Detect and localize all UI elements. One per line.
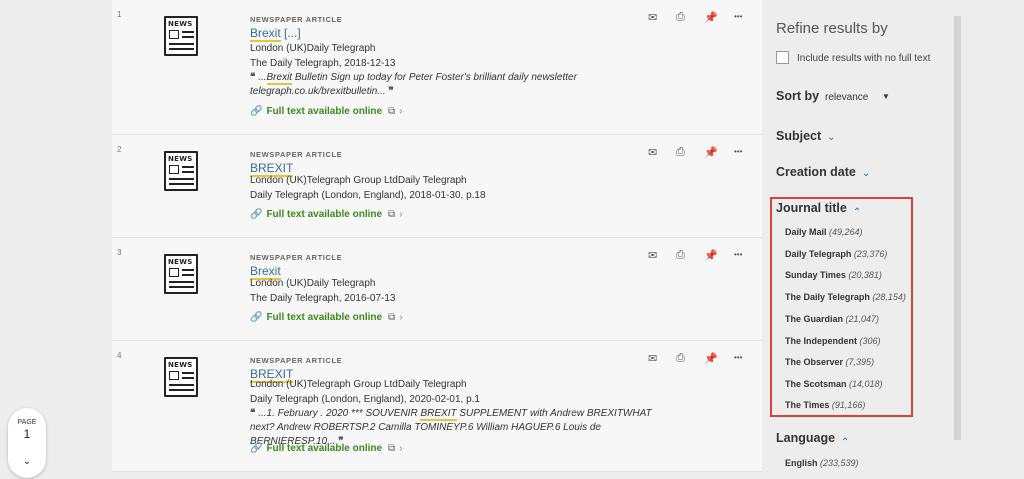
result-actions: ✉ ⎙ 📌 ••• [648, 146, 748, 162]
more-actions-icon[interactable]: ••• [734, 12, 742, 21]
email-icon[interactable]: ✉ [648, 146, 657, 159]
chevron-right-icon: › [399, 106, 403, 117]
external-link-icon: ⧉ [388, 443, 396, 454]
sidebar-title: Refine results by [776, 20, 888, 37]
result-source: London (UK)Daily Telegraph [250, 43, 376, 54]
newspaper-icon: NEWS [164, 16, 198, 56]
facet-value-the-scotsman[interactable]: The Scotsman (14,018) [785, 379, 883, 389]
result-number: 3 [117, 248, 122, 257]
pin-icon[interactable]: 📌 [704, 146, 718, 159]
chevron-right-icon: › [399, 443, 403, 454]
result-type: NEWSPAPER ARTICLE [250, 15, 343, 24]
chevron-up-icon: ⌃ [841, 437, 850, 448]
result-type: NEWSPAPER ARTICLE [250, 356, 343, 365]
result-snippet: ❝ ...Brexit Bulletin Sign up today for P… [250, 72, 577, 97]
results-list: 1 NEWS NEWSPAPER ARTICLE Brexit [...] Lo… [112, 0, 762, 479]
result-type: NEWSPAPER ARTICLE [250, 150, 343, 159]
result-source: London (UK)Telegraph Group LtdDaily Tele… [250, 175, 467, 186]
result-source: London (UK)Daily Telegraph [250, 278, 376, 289]
facet-subject[interactable]: Subject ⌄ [776, 129, 836, 143]
sort-by-label: Sort by [776, 89, 820, 103]
result-card[interactable]: 1 NEWS NEWSPAPER ARTICLE Brexit [...] Lo… [112, 0, 762, 135]
chevron-right-icon: › [399, 209, 403, 220]
result-actions: ✉ ⎙ 📌 ••• [648, 249, 748, 265]
result-source: London (UK)Telegraph Group LtdDaily Tele… [250, 379, 467, 390]
newspaper-icon: NEWS [164, 151, 198, 191]
print-icon[interactable]: ⎙ [676, 11, 685, 24]
newspaper-icon: NEWS [164, 357, 198, 397]
full-text-link[interactable]: 🔗 Full text available online ⧉ › [250, 312, 403, 323]
print-icon[interactable]: ⎙ [676, 249, 685, 262]
dropdown-arrow-icon[interactable]: ▼ [882, 92, 890, 101]
chevron-down-icon: ⌄ [861, 168, 871, 179]
email-icon[interactable]: ✉ [648, 249, 657, 262]
facet-value-daily-mail[interactable]: Daily Mail (49,264) [785, 227, 863, 237]
chevron-down-icon[interactable]: ⌄ [8, 456, 46, 467]
result-actions: ✉ ⎙ 📌 ••• [648, 11, 748, 27]
link-icon: 🔗 [250, 312, 263, 323]
more-actions-icon[interactable]: ••• [734, 353, 742, 362]
facet-value-sunday-times[interactable]: Sunday Times (20,381) [785, 270, 882, 280]
result-publication: The Daily Telegraph, 2018-12-13 [250, 58, 396, 69]
facet-value-the-observer[interactable]: The Observer (7,395) [785, 357, 874, 367]
page-indicator-button[interactable]: PAGE 1 ⌄ [8, 408, 46, 478]
pin-icon[interactable]: 📌 [704, 11, 718, 24]
result-number: 4 [117, 351, 122, 360]
external-link-icon: ⧉ [388, 209, 396, 220]
page-number: 1 [23, 427, 31, 441]
print-icon[interactable]: ⎙ [676, 352, 685, 365]
result-title-link[interactable]: Brexit [250, 264, 281, 280]
print-icon[interactable]: ⎙ [676, 146, 685, 159]
result-card[interactable]: 2 NEWS NEWSPAPER ARTICLE BREXIT London (… [112, 135, 762, 238]
result-publication: Daily Telegraph (London, England), 2020-… [250, 394, 480, 405]
full-text-link[interactable]: 🔗 Full text available online ⧉ › [250, 443, 403, 454]
result-card[interactable]: 3 NEWS NEWSPAPER ARTICLE Brexit London (… [112, 238, 762, 341]
email-icon[interactable]: ✉ [648, 11, 657, 24]
page-label: PAGE [17, 419, 37, 426]
include-no-fulltext-checkbox[interactable] [776, 51, 789, 64]
link-icon: 🔗 [250, 106, 263, 117]
newspaper-icon: NEWS [164, 254, 198, 294]
more-actions-icon[interactable]: ••• [734, 147, 742, 156]
sidebar-scrollbar[interactable] [954, 16, 961, 440]
close-quote-icon: ❞ [388, 86, 394, 97]
result-publication: Daily Telegraph (London, England), 2018-… [250, 190, 486, 201]
result-title-link[interactable]: BREXIT [250, 161, 294, 177]
facet-creation-date[interactable]: Creation date ⌄ [776, 165, 870, 179]
full-text-link[interactable]: 🔗 Full text available online ⧉ › [250, 209, 403, 220]
result-card[interactable]: 4 NEWS NEWSPAPER ARTICLE BREXIT London (… [112, 341, 762, 472]
facet-value-the-daily-telegraph[interactable]: The Daily Telegraph (28,154) [785, 292, 906, 302]
facet-value-the-guardian[interactable]: The Guardian (21,047) [785, 314, 879, 324]
result-actions: ✉ ⎙ 📌 ••• [648, 352, 748, 368]
facet-value-the-times[interactable]: The Times (91,166) [785, 400, 865, 410]
chevron-right-icon: › [399, 312, 403, 323]
result-type: NEWSPAPER ARTICLE [250, 253, 343, 262]
include-no-fulltext-label[interactable]: Include results with no full text [797, 53, 930, 64]
full-text-link[interactable]: 🔗 Full text available online ⧉ › [250, 106, 403, 117]
external-link-icon: ⧉ [388, 106, 396, 117]
facet-value-english[interactable]: English (233,539) [785, 458, 859, 468]
more-actions-icon[interactable]: ••• [734, 250, 742, 259]
result-publication: The Daily Telegraph, 2016-07-13 [250, 293, 396, 304]
external-link-icon: ⧉ [388, 312, 396, 323]
link-icon: 🔗 [250, 443, 263, 454]
email-icon[interactable]: ✉ [648, 352, 657, 365]
result-title-link[interactable]: Brexit [...] [250, 26, 301, 42]
sort-select[interactable]: relevance [825, 92, 868, 103]
facet-value-the-independent[interactable]: The Independent (306) [785, 336, 881, 346]
facet-value-daily-telegraph[interactable]: Daily Telegraph (23,376) [785, 249, 887, 259]
pin-icon[interactable]: 📌 [704, 249, 718, 262]
facet-language[interactable]: Language ⌃ [776, 431, 850, 448]
link-icon: 🔗 [250, 209, 263, 220]
chevron-down-icon: ⌄ [827, 132, 836, 143]
result-number: 1 [117, 10, 122, 19]
pin-icon[interactable]: 📌 [704, 352, 718, 365]
result-number: 2 [117, 145, 122, 154]
